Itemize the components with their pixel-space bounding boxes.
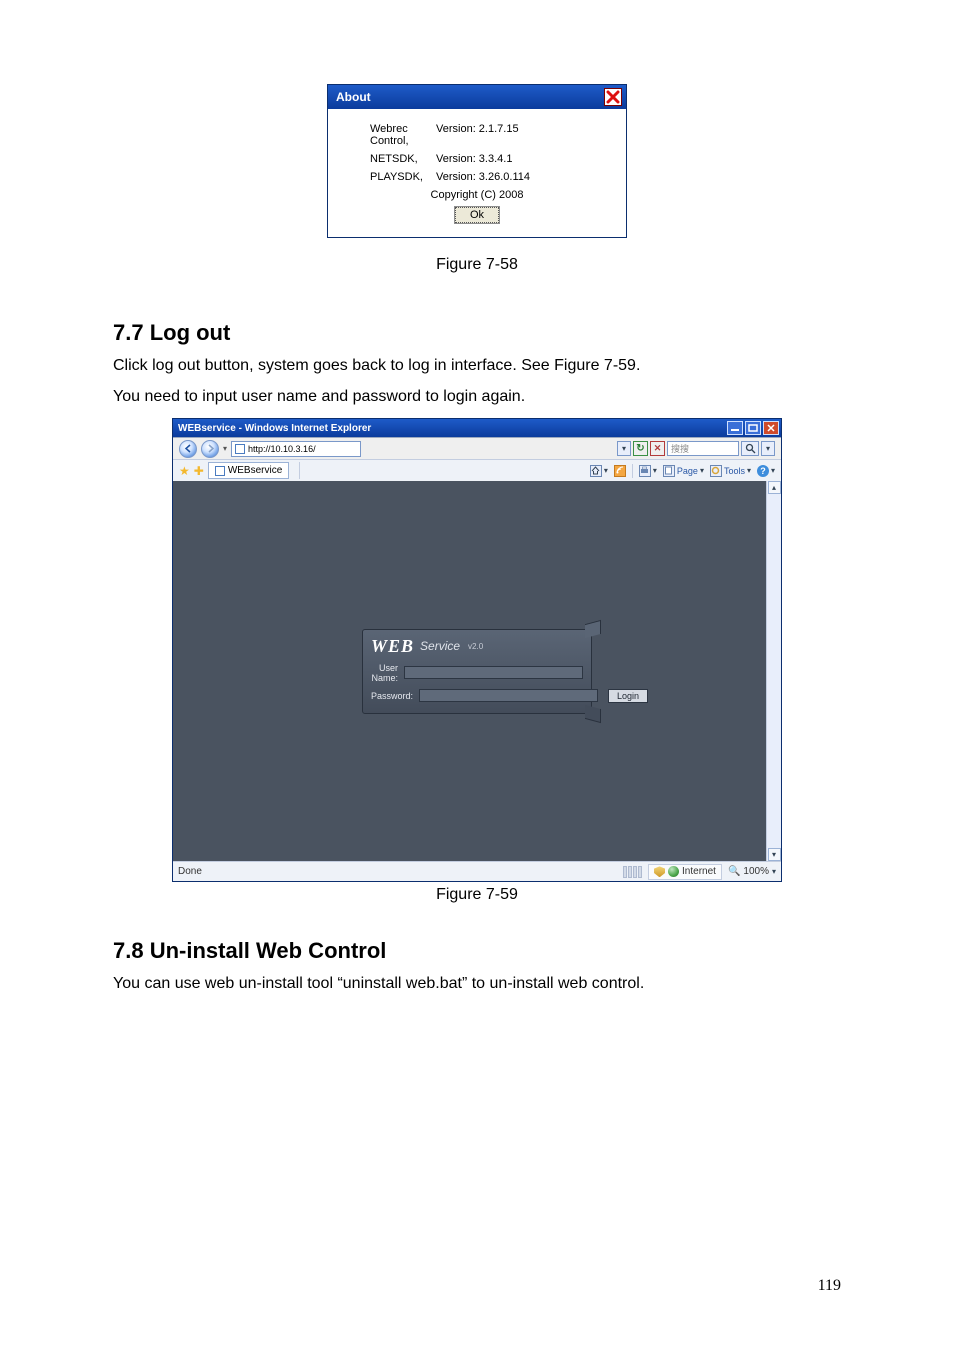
favorites-icon[interactable]: ★	[179, 464, 190, 478]
security-zone[interactable]: Internet	[648, 864, 722, 880]
status-text: Done	[178, 866, 202, 877]
feeds-button[interactable]	[614, 465, 626, 477]
username-input[interactable]	[404, 666, 583, 679]
shield-icon	[654, 866, 665, 877]
brand-version: v2.0	[468, 642, 483, 651]
section-heading-logout: 7.7 Log out	[113, 320, 841, 346]
browser-title-text: WEBservice - Windows Internet Explorer	[178, 423, 371, 434]
about-title-text: About	[336, 90, 371, 104]
stop-icon[interactable]: ✕	[650, 441, 665, 456]
password-input[interactable]	[419, 689, 598, 702]
chevron-down-icon[interactable]: ▾	[772, 867, 776, 876]
browser-tab[interactable]: WEBservice	[208, 462, 289, 479]
about-row-label: NETSDK,	[340, 153, 436, 165]
print-button[interactable]: ▾	[639, 465, 657, 477]
about-copyright: Copyright (C) 2008	[340, 189, 614, 201]
search-placeholder: 搜搜	[671, 442, 689, 455]
figure-caption: Figure 7-58	[113, 256, 841, 274]
password-label: Password:	[371, 691, 413, 701]
body-text: You can use web un-install tool “uninsta…	[113, 972, 841, 995]
browser-tab-bar: ★ ✚ WEBservice ▾ ▾ Page ▾ Tools ▾ ?▾	[173, 459, 781, 481]
back-button[interactable]	[179, 440, 197, 458]
browser-titlebar: WEBservice - Windows Internet Explorer	[173, 419, 781, 437]
login-panel: WEB Service v2.0 User Name: Password: Lo…	[362, 629, 592, 714]
browser-window: WEBservice - Windows Internet Explorer ▾…	[172, 418, 782, 882]
about-row: PLAYSDK, Version: 3.26.0.114	[340, 171, 614, 183]
tools-menu-label: Tools	[724, 466, 745, 476]
minimize-icon[interactable]	[727, 421, 743, 435]
globe-icon	[668, 866, 679, 877]
page-icon	[215, 466, 225, 476]
browser-status-bar: Done Internet 🔍 100% ▾	[173, 861, 781, 881]
page-number: 119	[818, 1277, 841, 1295]
about-row-value: Version: 3.26.0.114	[436, 171, 530, 183]
close-icon[interactable]	[763, 421, 779, 435]
body-text: Click log out button, system goes back t…	[113, 354, 841, 377]
section-heading-uninstall: 7.8 Un-install Web Control	[113, 938, 841, 964]
about-titlebar: About	[328, 85, 626, 109]
url-text: http://10.10.3.16/	[248, 444, 316, 454]
figure-caption: Figure 7-59	[113, 886, 841, 904]
maximize-icon[interactable]	[745, 421, 761, 435]
search-input[interactable]: 搜搜	[667, 441, 739, 456]
login-button[interactable]: Login	[608, 689, 648, 703]
url-field[interactable]: http://10.10.3.16/	[231, 441, 361, 457]
about-row-value: Version: 2.1.7.15	[436, 123, 519, 147]
page-menu-label: Page	[677, 466, 698, 476]
body-text: You need to input user name and password…	[113, 385, 841, 408]
forward-button[interactable]	[201, 440, 219, 458]
tab-label: WEBservice	[228, 465, 282, 476]
page-menu[interactable]: Page ▾	[663, 465, 704, 477]
about-dialog: About Webrec Control, Version: 2.1.7.15 …	[327, 84, 627, 238]
search-dropdown-icon[interactable]: ▾	[761, 441, 775, 456]
ok-button[interactable]: Ok	[455, 207, 499, 223]
new-tab-button[interactable]	[299, 462, 311, 479]
zoom-icon: 🔍	[728, 866, 740, 877]
scroll-up-icon[interactable]: ▴	[768, 481, 781, 494]
browser-viewport: WEB Service v2.0 User Name: Password: Lo…	[173, 481, 781, 861]
page-icon	[235, 444, 245, 454]
browser-address-bar: ▾ http://10.10.3.16/ ▾ ↻ ✕ 搜搜 ▾	[173, 437, 781, 459]
close-icon[interactable]	[604, 88, 622, 106]
help-button[interactable]: ?▾	[757, 465, 775, 477]
zone-label: Internet	[682, 866, 716, 877]
vertical-scrollbar[interactable]: ▴ ▾	[766, 481, 781, 861]
url-dropdown-icon[interactable]: ▾	[617, 441, 631, 456]
about-row-label: PLAYSDK,	[340, 171, 436, 183]
username-label: User Name:	[371, 663, 398, 683]
about-row-label: Webrec Control,	[340, 123, 436, 147]
tools-menu[interactable]: Tools ▾	[710, 465, 751, 477]
about-row: Webrec Control, Version: 2.1.7.15	[340, 123, 614, 147]
refresh-icon[interactable]: ↻	[633, 441, 648, 456]
brand-web: WEB	[371, 636, 414, 657]
search-icon[interactable]	[741, 441, 759, 456]
zoom-value: 100%	[743, 866, 769, 877]
chevron-down-icon[interactable]: ▾	[223, 444, 227, 453]
panel-tab-decor	[585, 705, 601, 723]
add-favorites-icon[interactable]: ✚	[194, 464, 204, 478]
panel-tab-decor	[585, 620, 601, 638]
brand-service: Service	[420, 639, 460, 653]
home-button[interactable]: ▾	[590, 465, 608, 477]
scroll-down-icon[interactable]: ▾	[768, 848, 781, 861]
about-row: NETSDK, Version: 3.3.4.1	[340, 153, 614, 165]
about-row-value: Version: 3.3.4.1	[436, 153, 512, 165]
zoom-control[interactable]: 🔍 100% ▾	[728, 866, 776, 877]
